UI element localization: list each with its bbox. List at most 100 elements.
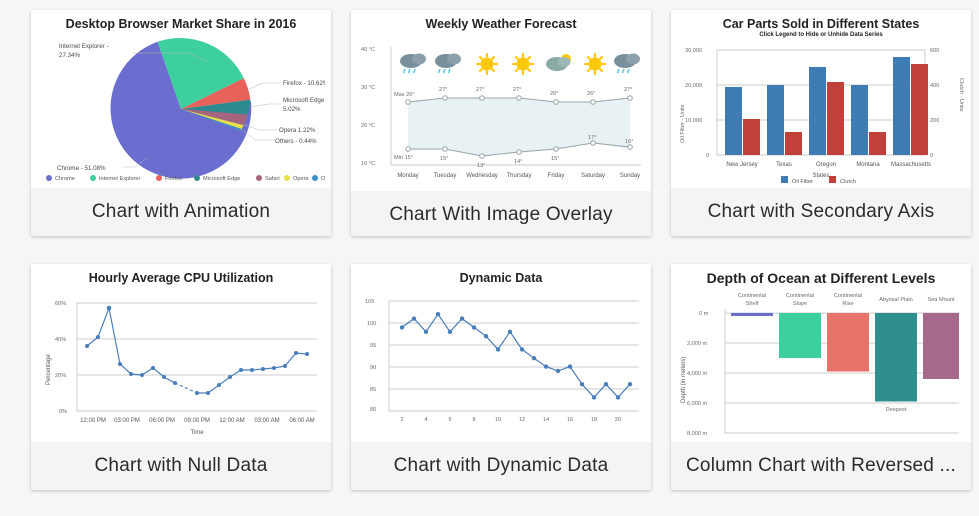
bar-abyssal-plain[interactable]: [875, 313, 917, 402]
chart-title: Desktop Browser Market Share in 2016: [65, 17, 297, 31]
y-tick-label: 10,000: [685, 118, 702, 124]
ocean-chart-container[interactable]: Depth of Ocean at Different Levels 0 m 2…: [671, 264, 971, 442]
svg-text:26°: 26°: [587, 91, 595, 97]
bar-clutch-massachusetts[interactable]: [911, 64, 928, 155]
svg-text:27°: 27°: [513, 87, 521, 93]
max-point-labels: Max 26° 27° 27° 27° 26° 26° 27°: [394, 87, 632, 98]
secondary-axis-chart-container[interactable]: Car Parts Sold in Different States Click…: [671, 10, 971, 188]
cpu-line-segment-1[interactable]: [86, 305, 176, 384]
y-tick-label: 90: [370, 365, 376, 371]
secondary-axis-chart-svg[interactable]: 30,000 20,000 10,000 0 600 400 200 0 Oil…: [677, 38, 965, 186]
chart-gallery-grid: Desktop Browser Market Share in 2016 Int…: [0, 0, 979, 490]
card-chart-with-image-overlay[interactable]: Weekly Weather Forecast 40 °C 30 °C 20 °…: [351, 10, 651, 236]
card-chart-with-secondary-axis[interactable]: Car Parts Sold in Different States Click…: [671, 10, 971, 236]
pie-slices[interactable]: [110, 38, 252, 179]
bar-clutch-texas[interactable]: [785, 132, 802, 155]
x-axis-title: Time: [190, 430, 204, 436]
chart-title: Car Parts Sold in Different States: [722, 17, 920, 31]
card-chart-with-animation[interactable]: Desktop Browser Market Share in 2016 Int…: [31, 10, 331, 236]
sun-icon: [511, 52, 535, 76]
legend-item-microsoft-edge[interactable]: Microsoft Edge: [194, 175, 240, 182]
y-tick-label: 0%: [59, 409, 67, 415]
bar-oil-filter-massachusetts[interactable]: [893, 57, 910, 155]
svg-text:Max 26°: Max 26°: [394, 92, 415, 98]
card-chart-with-dynamic-data[interactable]: Dynamic Data 105 100 95 90 85 80 2 4 6 8…: [351, 264, 651, 490]
dynamic-chart-container[interactable]: Dynamic Data 105 100 95 90 85 80 2 4 6 8…: [351, 264, 651, 442]
legend-label: Firefox: [165, 176, 182, 182]
bar-clutch-new-jersey[interactable]: [743, 119, 760, 155]
y-tick-label: 40%: [55, 337, 66, 343]
svg-text:10: 10: [495, 417, 501, 423]
cpu-chart-svg[interactable]: 60% 40% 20% 0% Percentage 12:00 PM 03:00…: [37, 285, 325, 437]
pie-chart-container[interactable]: Desktop Browser Market Share in 2016 Int…: [31, 10, 331, 188]
svg-text:27°: 27°: [439, 87, 447, 93]
svg-text:Rise: Rise: [842, 301, 853, 307]
bar-continental-rise[interactable]: [827, 313, 869, 372]
y-tick-label: 20,000: [685, 83, 702, 89]
svg-text:12:00 AM: 12:00 AM: [219, 418, 244, 424]
legend-item-oil-filter[interactable]: Oil Filter: [781, 176, 813, 185]
legend-item-safari[interactable]: Safari: [256, 175, 280, 182]
card-column-chart-with-reversed-axis[interactable]: Depth of Ocean at Different Levels 0 m 2…: [671, 264, 971, 490]
cpu-line-segment-2[interactable]: [197, 352, 308, 394]
svg-text:6: 6: [448, 417, 451, 423]
bar-oil-filter-oregon[interactable]: [809, 67, 826, 155]
card-caption: Chart with Null Data: [31, 442, 331, 490]
y-tick-label: 40 °C: [361, 47, 375, 53]
y-tick-label: 6,000 m: [687, 401, 708, 407]
cpu-line-null-gap[interactable]: [174, 382, 198, 394]
sun-icon: [475, 52, 499, 76]
rain-icon: [614, 53, 640, 74]
legend-item-internet-explorer[interactable]: Internet Explorer: [90, 175, 140, 182]
y-tick-label: 4,000 m: [687, 371, 708, 377]
cpu-chart-container[interactable]: Hourly Average CPU Utilization 60% 40% 2…: [31, 264, 331, 442]
dynamic-data-points[interactable]: [399, 312, 633, 400]
svg-text:Continental: Continental: [738, 293, 766, 299]
card-chart-with-null-data[interactable]: Hourly Average CPU Utilization 60% 40% 2…: [31, 264, 331, 490]
cpu-data-points[interactable]: [85, 305, 309, 395]
bar-clutch-oregon[interactable]: [827, 82, 844, 155]
legend-label: Clutch: [840, 179, 856, 185]
legend-item-opera[interactable]: Opera: [284, 175, 309, 182]
svg-text:Massachusetts: Massachusetts: [891, 162, 931, 168]
legend-item-others[interactable]: Others: [312, 175, 325, 182]
y-tick-label: 2,000 m: [687, 341, 708, 347]
legend-item-chrome[interactable]: Chrome: [46, 175, 75, 182]
legend-item-firefox[interactable]: Firefox: [156, 175, 182, 182]
weather-chart-container[interactable]: Weekly Weather Forecast 40 °C 30 °C 20 °…: [351, 10, 651, 191]
pie-chart-svg[interactable]: Internet Explorer - 27.34% Firefox - 10.…: [37, 31, 325, 181]
gridlines: [389, 300, 639, 390]
ocean-bars[interactable]: [731, 313, 959, 402]
bar-oil-filter-texas[interactable]: [767, 85, 784, 155]
svg-text:Monday: Monday: [397, 173, 418, 179]
legend-label: Microsoft Edge: [203, 176, 240, 182]
bar-clutch-montana[interactable]: [869, 132, 886, 155]
legend-item-clutch[interactable]: Clutch: [829, 176, 856, 185]
card-caption: Chart With Image Overlay: [351, 191, 651, 236]
bar-sea-mount[interactable]: [923, 313, 959, 379]
legend-swatch-icon: [156, 175, 162, 181]
dynamic-data-line[interactable]: [401, 313, 631, 399]
bar-oil-filter-montana[interactable]: [851, 85, 868, 155]
card-caption: Chart with Dynamic Data: [351, 442, 651, 490]
y2-tick-label: 200: [930, 118, 939, 124]
svg-text:15°: 15°: [551, 156, 559, 162]
bar-continental-slope[interactable]: [779, 313, 821, 358]
dynamic-chart-svg[interactable]: 105 100 95 90 85 80 2 4 6 8 10 12 14 16 …: [357, 285, 645, 437]
bar-continental-shelf[interactable]: [731, 313, 773, 316]
svg-text:Oregon: Oregon: [816, 162, 836, 168]
x-tick-labels: 2 4 6 8 10 12 14 16 18 20: [400, 417, 621, 423]
svg-text:Thursday: Thursday: [506, 173, 531, 179]
bar-legend[interactable]: Oil Filter Clutch: [677, 173, 965, 187]
svg-text:06:00 AM: 06:00 AM: [289, 418, 314, 424]
weather-chart-svg[interactable]: 40 °C 30 °C 20 °C 10 °C Max 26° 27° 27° …: [357, 31, 645, 189]
bar-oil-filter-new-jersey[interactable]: [725, 87, 742, 155]
svg-text:03:00 AM: 03:00 AM: [254, 418, 279, 424]
ocean-chart-svg[interactable]: 0 m 2,000 m 4,000 m 6,000 m 8,000 m Dept…: [677, 285, 965, 437]
pie-label-firefox: Firefox - 10.62%: [283, 80, 325, 87]
chart-title: Dynamic Data: [459, 271, 543, 285]
legend-swatch-icon: [46, 175, 52, 181]
pie-legend[interactable]: Chrome Internet Explorer Firefox Microso…: [37, 170, 325, 186]
y2-tick-label: 600: [930, 48, 939, 54]
svg-text:Slope: Slope: [793, 301, 807, 307]
